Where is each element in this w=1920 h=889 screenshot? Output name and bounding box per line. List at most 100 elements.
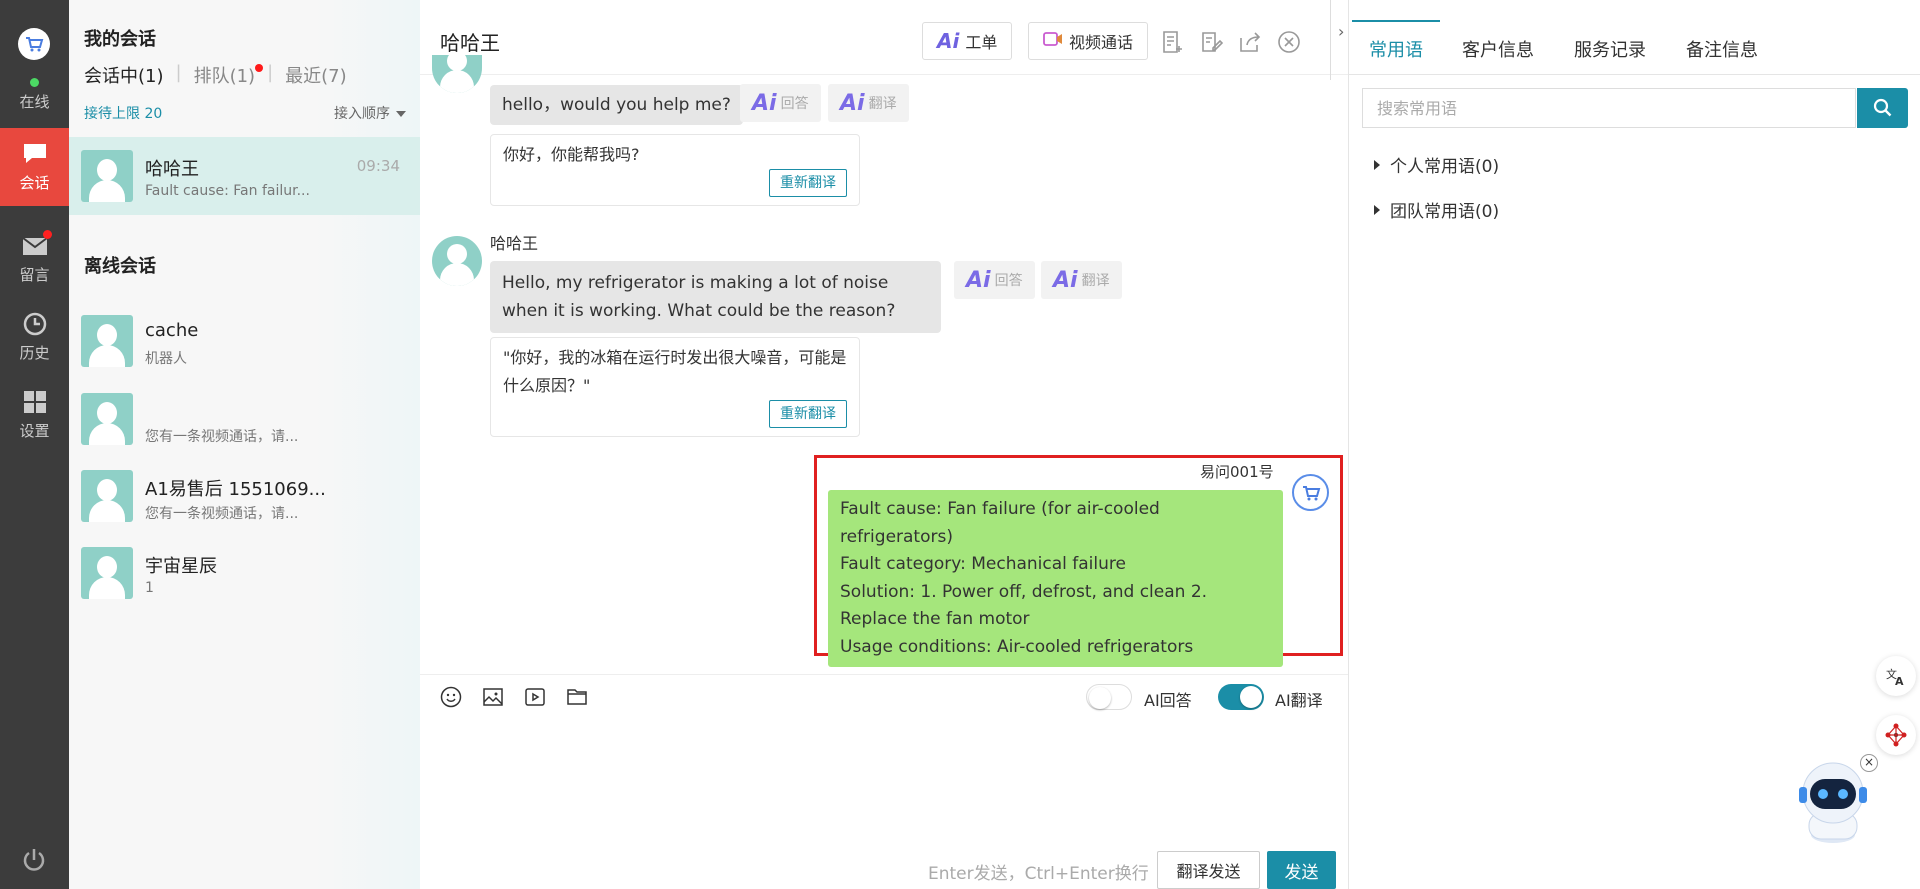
retranslate-button[interactable]: 重新翻译 (769, 400, 847, 428)
conversation-item[interactable]: cache 机器人 (69, 302, 420, 380)
tab-phrases[interactable]: 常用语 (1369, 36, 1423, 62)
avatar (432, 55, 482, 93)
order-dropdown[interactable]: 接入顺序 (334, 103, 406, 123)
agent-avatar (1292, 474, 1329, 511)
transfer-icon[interactable] (1238, 30, 1262, 54)
ai-translate-button[interactable]: Ai 翻译 (1041, 261, 1122, 299)
tab-customer-info[interactable]: 客户信息 (1462, 36, 1534, 62)
tab-recent[interactable]: 最近(7) (285, 62, 347, 88)
nav-item-label: 留言 (19, 265, 50, 284)
nav-item-settings[interactable]: 设置 (0, 376, 69, 454)
reception-limit: 接待上限 20 (84, 106, 163, 122)
conversation-time: 09:34 (356, 157, 400, 175)
avatar (81, 150, 133, 202)
ai-reply-toggle[interactable] (1086, 684, 1132, 710)
conversation-item[interactable]: 宇宙星辰 1 (69, 534, 420, 612)
search-button[interactable] (1857, 88, 1908, 128)
ticket-label: 工单 (965, 33, 998, 52)
ai-reply-toggle-label: AI回答 (1144, 691, 1192, 710)
ai-translate-toggle[interactable] (1218, 684, 1264, 710)
outgoing-message: Fault cause: Fan failure (for air-cooled… (828, 490, 1283, 667)
tab-queue[interactable]: 排队(1) (193, 62, 264, 88)
clock-icon (22, 312, 48, 336)
session-tabs: 会话中(1) | 排队(1) | 最近(7) (84, 62, 347, 88)
conversation-item[interactable]: 哈哈王 Fault cause: Fan failur... 09:34 (69, 137, 420, 215)
network-float-icon[interactable] (1876, 715, 1916, 755)
nav-item-messages[interactable]: 留言 (0, 220, 69, 298)
translation-box: "你好，我的冰箱在运行时发出很大噪音，可能是什么原因？" 重新翻译 (490, 337, 860, 437)
close-session-icon[interactable] (1277, 30, 1301, 54)
video-call-label: 视频通话 (1069, 33, 1134, 52)
shop-logo-icon[interactable] (18, 28, 50, 60)
tab-service-records[interactable]: 服务记录 (1574, 36, 1646, 62)
team-phrases-group[interactable]: 团队常用语(0) (1374, 197, 1499, 222)
queue-alert-dot (255, 64, 264, 72)
avatar (81, 315, 133, 367)
conversation-preview: 1 (145, 580, 154, 596)
nav-item-label: 会话 (19, 173, 50, 192)
edit-icon[interactable] (1199, 30, 1224, 54)
tab-in-session[interactable]: 会话中(1) (84, 62, 164, 88)
ai-reply-label: 回答 (994, 273, 1023, 289)
conversation-item[interactable]: 您有一条视频通话，请... (69, 380, 420, 458)
unread-dot (42, 229, 52, 239)
nav-item-chat[interactable]: 会话 (0, 128, 69, 206)
mail-icon (21, 229, 52, 258)
emoji-icon[interactable] (439, 685, 463, 709)
search-icon (1873, 98, 1891, 117)
ai-logo-icon: Ai (966, 267, 991, 293)
input-divider (420, 674, 1348, 675)
message-line: Fault category: Mechanical failure (840, 554, 1126, 574)
ai-translate-button[interactable]: Ai 翻译 (828, 84, 909, 122)
power-icon[interactable] (20, 846, 48, 874)
translation-box: 你好，你能帮我吗? 重新翻译 (490, 134, 860, 206)
personal-phrases-group[interactable]: 个人常用语(0) (1374, 152, 1499, 177)
cart-icon (1302, 485, 1320, 500)
left-nav: 在线 会话 留言 历史 设置 (0, 0, 69, 889)
message-line: Solution: 1. Power off, defrost, and cle… (840, 581, 1208, 630)
ai-logo-icon: Ai (752, 90, 777, 116)
collapse-chevron-icon[interactable]: › (1338, 22, 1344, 41)
conversation-name: A1易售后 1551069... (145, 479, 326, 500)
image-icon[interactable] (481, 685, 505, 709)
ai-logo-icon: Ai (840, 90, 865, 116)
chat-title: 哈哈王 (440, 31, 500, 55)
message-line: Usage conditions: Air-cooled refrigerato… (840, 636, 1194, 657)
translation-text: "你好，我的冰箱在运行时发出很大噪音，可能是什么原因？" (503, 348, 847, 395)
active-tab-indicator (1352, 20, 1440, 22)
svg-text:A: A (1895, 675, 1904, 687)
avatar (81, 547, 133, 599)
send-hint: Enter发送，Ctrl+Enter换行 (928, 864, 1149, 884)
video-call-button[interactable]: 视频通话 (1028, 22, 1149, 60)
folder-icon[interactable] (565, 685, 589, 709)
translate-send-button[interactable]: 翻译发送 (1157, 851, 1260, 889)
online-status-label: 在线 (19, 93, 50, 111)
ai-logo-icon: Ai (1053, 267, 1078, 293)
offline-sessions-header: 离线会话 (84, 256, 156, 277)
ai-translate-toggle-label: AI翻译 (1275, 691, 1323, 710)
video-camera-icon (1043, 31, 1063, 51)
avatar (81, 393, 133, 445)
tab-queue-label: 排队(1) (193, 66, 256, 87)
ai-reply-button[interactable]: Ai 回答 (740, 84, 821, 122)
video-file-icon[interactable] (523, 685, 547, 709)
add-note-icon[interactable] (1160, 30, 1184, 54)
sender-name: 哈哈王 (490, 234, 539, 253)
translation-text: 你好，你能帮我吗? (503, 145, 640, 164)
online-status[interactable]: 在线 (0, 78, 69, 112)
ai-reply-button[interactable]: Ai 回答 (954, 261, 1035, 299)
ticket-button[interactable]: Ai 工单 (922, 22, 1013, 60)
nav-item-history[interactable]: 历史 (0, 298, 69, 376)
conversation-name: 哈哈王 (145, 159, 199, 180)
ai-reply-label: 回答 (780, 96, 809, 112)
tab-notes[interactable]: 备注信息 (1686, 36, 1758, 62)
chat-panel: 哈哈王 Ai 工单 视频通话 hello，would you help me? … (420, 0, 1348, 889)
retranslate-button[interactable]: 重新翻译 (769, 169, 847, 197)
message-line: Fault cause: Fan failure (for air-cooled… (840, 499, 1160, 547)
conversation-item[interactable]: A1易售后 1551069... 您有一条视频通话，请... (69, 457, 420, 535)
phrase-search-input[interactable] (1362, 88, 1856, 128)
panel-separator (1330, 0, 1331, 80)
translate-float-icon[interactable]: 文A (1876, 656, 1916, 696)
close-robot-icon[interactable]: × (1860, 754, 1878, 772)
send-button[interactable]: 发送 (1267, 851, 1336, 889)
